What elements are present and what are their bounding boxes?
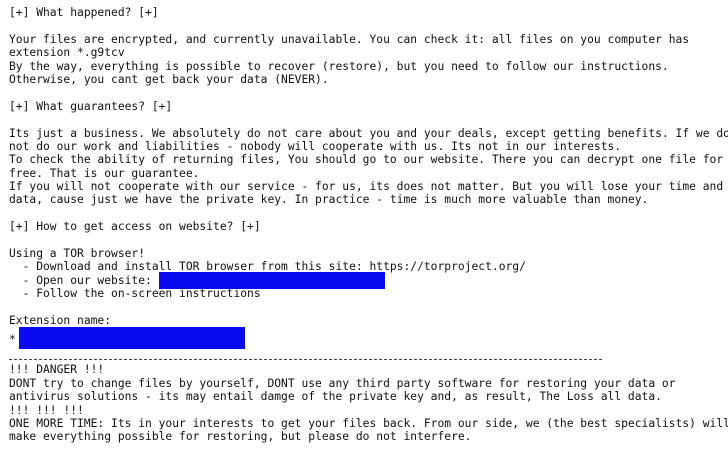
what-happened-line: Your files are encrypted, and currently … xyxy=(9,32,690,46)
danger-line: ONE MORE TIME: Its in your interests to … xyxy=(9,416,728,430)
guarantees-line: If you will not cooperate with our servi… xyxy=(9,180,724,194)
danger-heading: !!! DANGER !!! xyxy=(9,363,105,377)
extension-label: Extension name: xyxy=(9,313,112,327)
access-intro: Using a TOR browser! xyxy=(9,247,146,261)
guarantees-line: not do our work and liabilities - nobody… xyxy=(9,139,622,153)
what-happened-heading: [+] What happened? [+] xyxy=(9,6,159,19)
ransom-note-document: [+] What happened? [+] Your files are en… xyxy=(9,6,728,444)
dashed-divider xyxy=(9,359,602,361)
access-step-open-website: - Open our website: xyxy=(9,271,725,289)
access-heading: [+] How to get access on website? [+] xyxy=(9,220,261,234)
extension-prefix: * xyxy=(9,333,16,347)
what-happened-line: By the way, everything is possible to re… xyxy=(9,59,669,73)
danger-line: make everything possible for restoring, … xyxy=(9,430,472,444)
extension-name-line: * xyxy=(9,327,725,350)
guarantees-line: data, cause just we have the private key… xyxy=(9,193,649,207)
what-happened-line: extension *.g9tcv xyxy=(9,46,125,60)
danger-line: DONT try to change files by yourself, DO… xyxy=(9,376,676,390)
guarantees-line: To check the ability of returning files,… xyxy=(9,153,724,167)
guarantees-line: free. That is our guarantee. xyxy=(9,166,200,180)
access-step-follow: - Follow the on-screen instructions xyxy=(9,287,261,301)
guarantees-heading: [+] What guarantees? [+] xyxy=(9,99,173,113)
danger-line: !!! !!! !!! xyxy=(9,403,84,417)
guarantees-line: Its just a business. We absolutely do no… xyxy=(9,126,728,140)
access-step-open-website-label: - Open our website: xyxy=(9,273,159,287)
danger-line: antivirus solutions - its may entail dam… xyxy=(9,390,662,404)
redacted-extension-name xyxy=(18,327,245,350)
what-happened-line: Otherwise, you cant get back your data (… xyxy=(9,72,329,86)
